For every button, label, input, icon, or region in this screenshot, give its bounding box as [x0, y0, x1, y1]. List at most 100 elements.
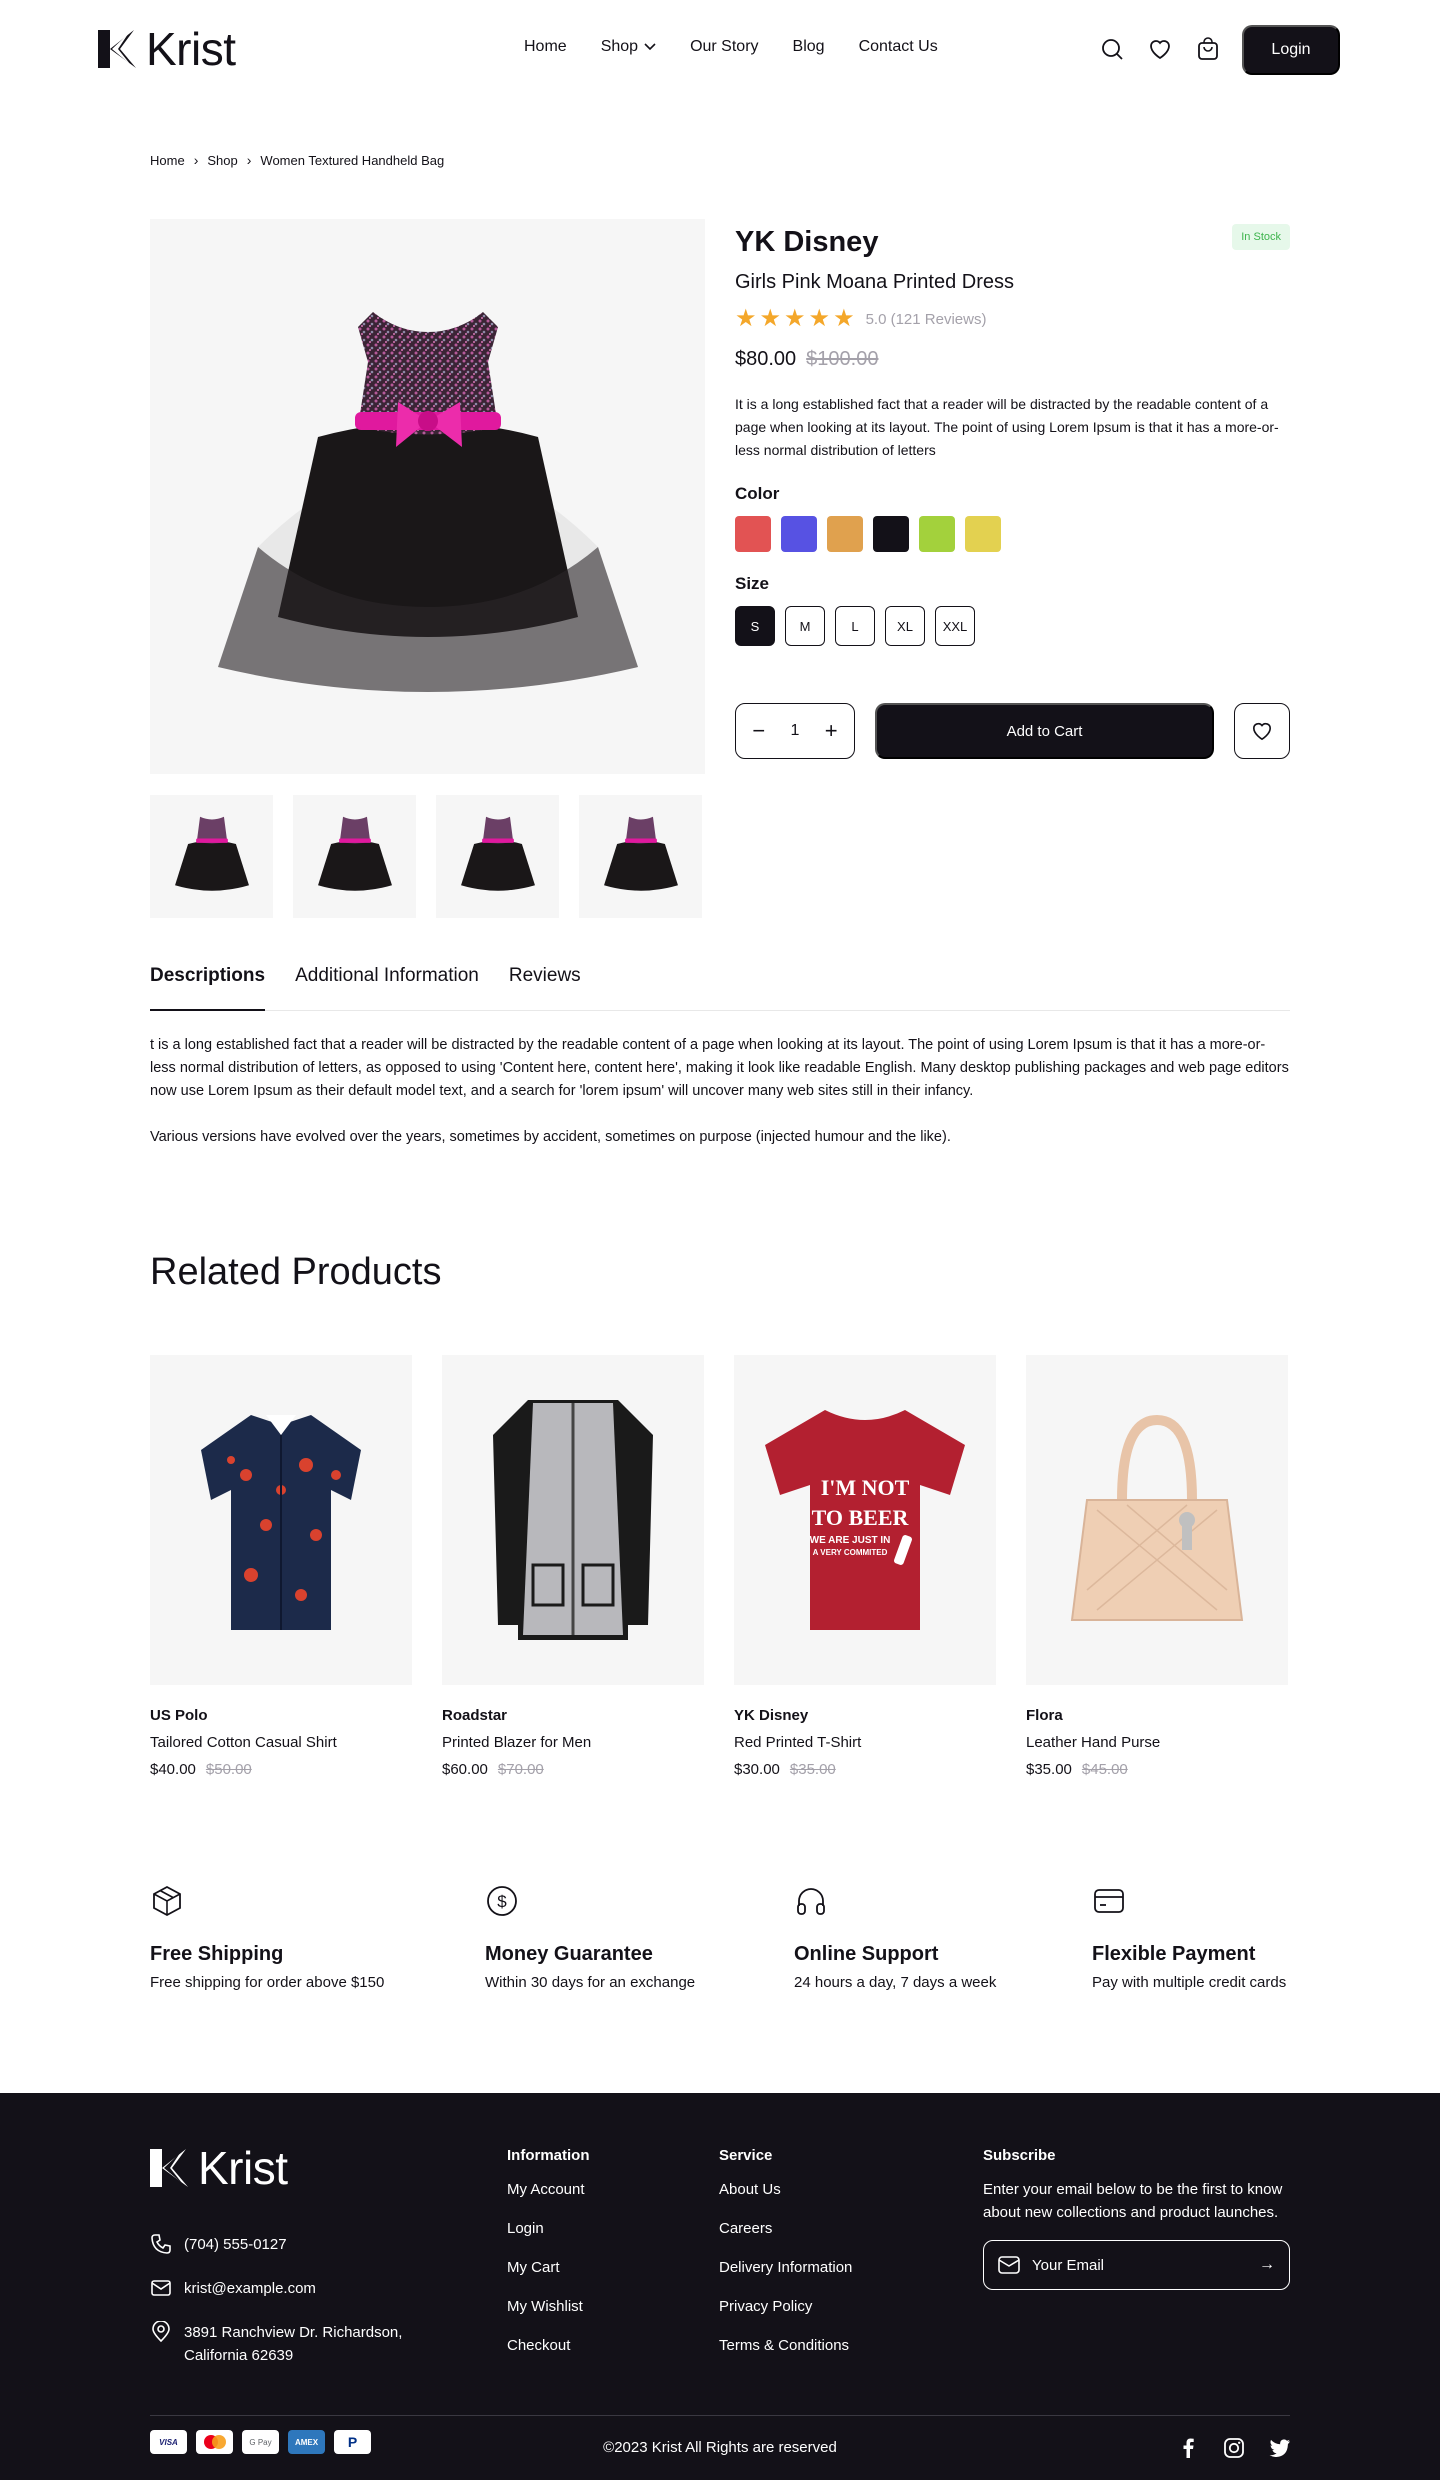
- krist-logo-icon: [150, 2149, 188, 2187]
- thumbnail[interactable]: [293, 795, 416, 918]
- size-option-l[interactable]: L: [835, 606, 875, 646]
- product-image[interactable]: [150, 1355, 412, 1685]
- footer-link-my-wishlist[interactable]: My Wishlist: [507, 2296, 590, 2318]
- quantity-value[interactable]: 1: [791, 722, 800, 740]
- product-card[interactable]: Flora Leather Hand Purse $35.00 $45.00: [1026, 1355, 1288, 1778]
- facebook-icon[interactable]: [1176, 2436, 1200, 2460]
- shopping-bag-icon[interactable]: [1194, 35, 1222, 63]
- mail-icon: [998, 2256, 1020, 2274]
- product-card[interactable]: US Polo Tailored Cotton Casual Shirt $40…: [150, 1355, 412, 1778]
- chevron-right-icon: ›: [193, 152, 199, 168]
- handbag-image: [1070, 1414, 1244, 1621]
- footer-logo[interactable]: Krist: [150, 2145, 288, 2191]
- breadcrumb-home[interactable]: Home: [150, 153, 185, 168]
- product-name[interactable]: Printed Blazer for Men: [442, 1734, 704, 1751]
- heart-icon: [1252, 722, 1272, 741]
- stock-badge: In Stock: [1232, 224, 1290, 250]
- wishlist-button[interactable]: [1234, 703, 1290, 759]
- nav-shop[interactable]: Shop: [601, 38, 656, 56]
- product-image[interactable]: I'M NOT TO BEER WE ARE JUST IN A VERY CO…: [734, 1355, 996, 1685]
- box-icon: [153, 1885, 181, 1917]
- krist-logo-icon: [98, 30, 136, 68]
- footer-link-login[interactable]: Login: [507, 2218, 590, 2240]
- footer-link-about-us[interactable]: About Us: [719, 2179, 852, 2201]
- star-icon: ★: [833, 305, 855, 332]
- product-name[interactable]: Red Printed T-Shirt: [734, 1734, 996, 1751]
- nav-blog[interactable]: Blog: [793, 38, 825, 56]
- product-name[interactable]: Tailored Cotton Casual Shirt: [150, 1734, 412, 1751]
- add-to-cart-button[interactable]: Add to Cart: [875, 703, 1214, 759]
- related-products: US Polo Tailored Cotton Casual Shirt $40…: [150, 1355, 1288, 1778]
- star-icon: ★: [784, 305, 806, 332]
- current-price: $80.00: [735, 348, 797, 370]
- color-swatch-orange[interactable]: [827, 516, 863, 552]
- nav-our-story[interactable]: Our Story: [690, 38, 758, 56]
- nav-home[interactable]: Home: [524, 38, 567, 56]
- column-title: Information: [507, 2147, 590, 2164]
- footer-link-privacy-policy[interactable]: Privacy Policy: [719, 2296, 852, 2318]
- footer-link-my-cart[interactable]: My Cart: [507, 2257, 590, 2279]
- color-swatch-blue[interactable]: [781, 516, 817, 552]
- product-card[interactable]: I'M NOT TO BEER WE ARE JUST IN A VERY CO…: [734, 1355, 996, 1778]
- search-icon[interactable]: [1098, 35, 1126, 63]
- instagram-icon[interactable]: [1222, 2436, 1246, 2460]
- twitter-icon[interactable]: [1268, 2436, 1292, 2460]
- breadcrumb-shop[interactable]: Shop: [207, 153, 237, 168]
- product-brand: Flora: [1026, 1707, 1063, 1724]
- size-option-m[interactable]: M: [785, 606, 825, 646]
- dress-thumbnail: [317, 816, 392, 891]
- heart-icon[interactable]: [1146, 35, 1174, 63]
- price: $60.00: [442, 1761, 488, 1778]
- product-main-image[interactable]: [150, 219, 705, 774]
- site-footer: Krist (704) 555-0127 krist@example.com 3…: [0, 2093, 1440, 2480]
- footer-subscribe-column: Subscribe Enter your email below to be t…: [983, 2147, 1293, 2290]
- size-option-s[interactable]: S: [735, 606, 775, 646]
- thumbnail[interactable]: [579, 795, 702, 918]
- color-swatch-green[interactable]: [919, 516, 955, 552]
- size-options: S M L XL XXL: [735, 606, 1290, 646]
- product-description: It is a long established fact that a rea…: [735, 396, 1279, 458]
- tab-descriptions[interactable]: Descriptions: [150, 965, 266, 1011]
- color-swatch-red[interactable]: [735, 516, 771, 552]
- footer-phone[interactable]: (704) 555-0127: [150, 2233, 287, 2256]
- product-price: $60.00 $70.00: [442, 1761, 704, 1778]
- dollar-icon: $: [487, 1886, 517, 1916]
- site-header: Krist Home Shop Our Story Blog Contact U…: [0, 0, 1440, 100]
- footer-link-checkout[interactable]: Checkout: [507, 2335, 590, 2357]
- email-address: krist@example.com: [184, 2280, 316, 2297]
- nav-home-label: Home: [524, 38, 567, 55]
- nav-contact-us[interactable]: Contact Us: [859, 38, 938, 56]
- product-card[interactable]: Roadstar Printed Blazer for Men $60.00 $7…: [442, 1355, 704, 1778]
- logo[interactable]: Krist: [98, 26, 236, 72]
- email-input[interactable]: [1032, 2256, 1247, 2274]
- color-swatch-yellow[interactable]: [965, 516, 1001, 552]
- product-name[interactable]: Leather Hand Purse: [1026, 1734, 1288, 1751]
- size-option-xl[interactable]: XL: [885, 606, 925, 646]
- footer-link-terms[interactable]: Terms & Conditions: [719, 2335, 852, 2357]
- color-swatch-black[interactable]: [873, 516, 909, 552]
- thumbnail[interactable]: [150, 795, 273, 918]
- phone-number: (704) 555-0127: [184, 2236, 287, 2253]
- plus-icon[interactable]: +: [817, 718, 845, 744]
- footer-link-careers[interactable]: Careers: [719, 2218, 852, 2240]
- thumbnail[interactable]: [436, 795, 559, 918]
- size-option-xxl[interactable]: XXL: [935, 606, 975, 646]
- address-line: 3891 Ranchview Dr. Richardson,: [184, 2324, 403, 2341]
- tab-additional-information[interactable]: Additional Information: [295, 965, 479, 1011]
- old-price: $50.00: [205, 1761, 252, 1778]
- tab-reviews[interactable]: Reviews: [509, 965, 581, 1011]
- footer-link-delivery-information[interactable]: Delivery Information: [719, 2257, 852, 2279]
- price: $35.00: [1026, 1761, 1072, 1778]
- arrow-right-icon[interactable]: →: [1259, 2256, 1275, 2274]
- login-button[interactable]: Login: [1242, 25, 1340, 75]
- footer-link-my-account[interactable]: My Account: [507, 2179, 590, 2201]
- product-image[interactable]: [1026, 1355, 1288, 1685]
- tab-content: t is a long established fact that a read…: [150, 1034, 1290, 1149]
- star-icon: ★: [759, 305, 782, 332]
- footer-divider: [150, 2415, 1290, 2416]
- product-brand: US Polo: [150, 1707, 208, 1724]
- product-image[interactable]: [442, 1355, 704, 1685]
- feature-title: Online Support: [794, 1943, 939, 1965]
- minus-icon[interactable]: −: [745, 718, 773, 744]
- footer-email[interactable]: krist@example.com: [150, 2277, 316, 2300]
